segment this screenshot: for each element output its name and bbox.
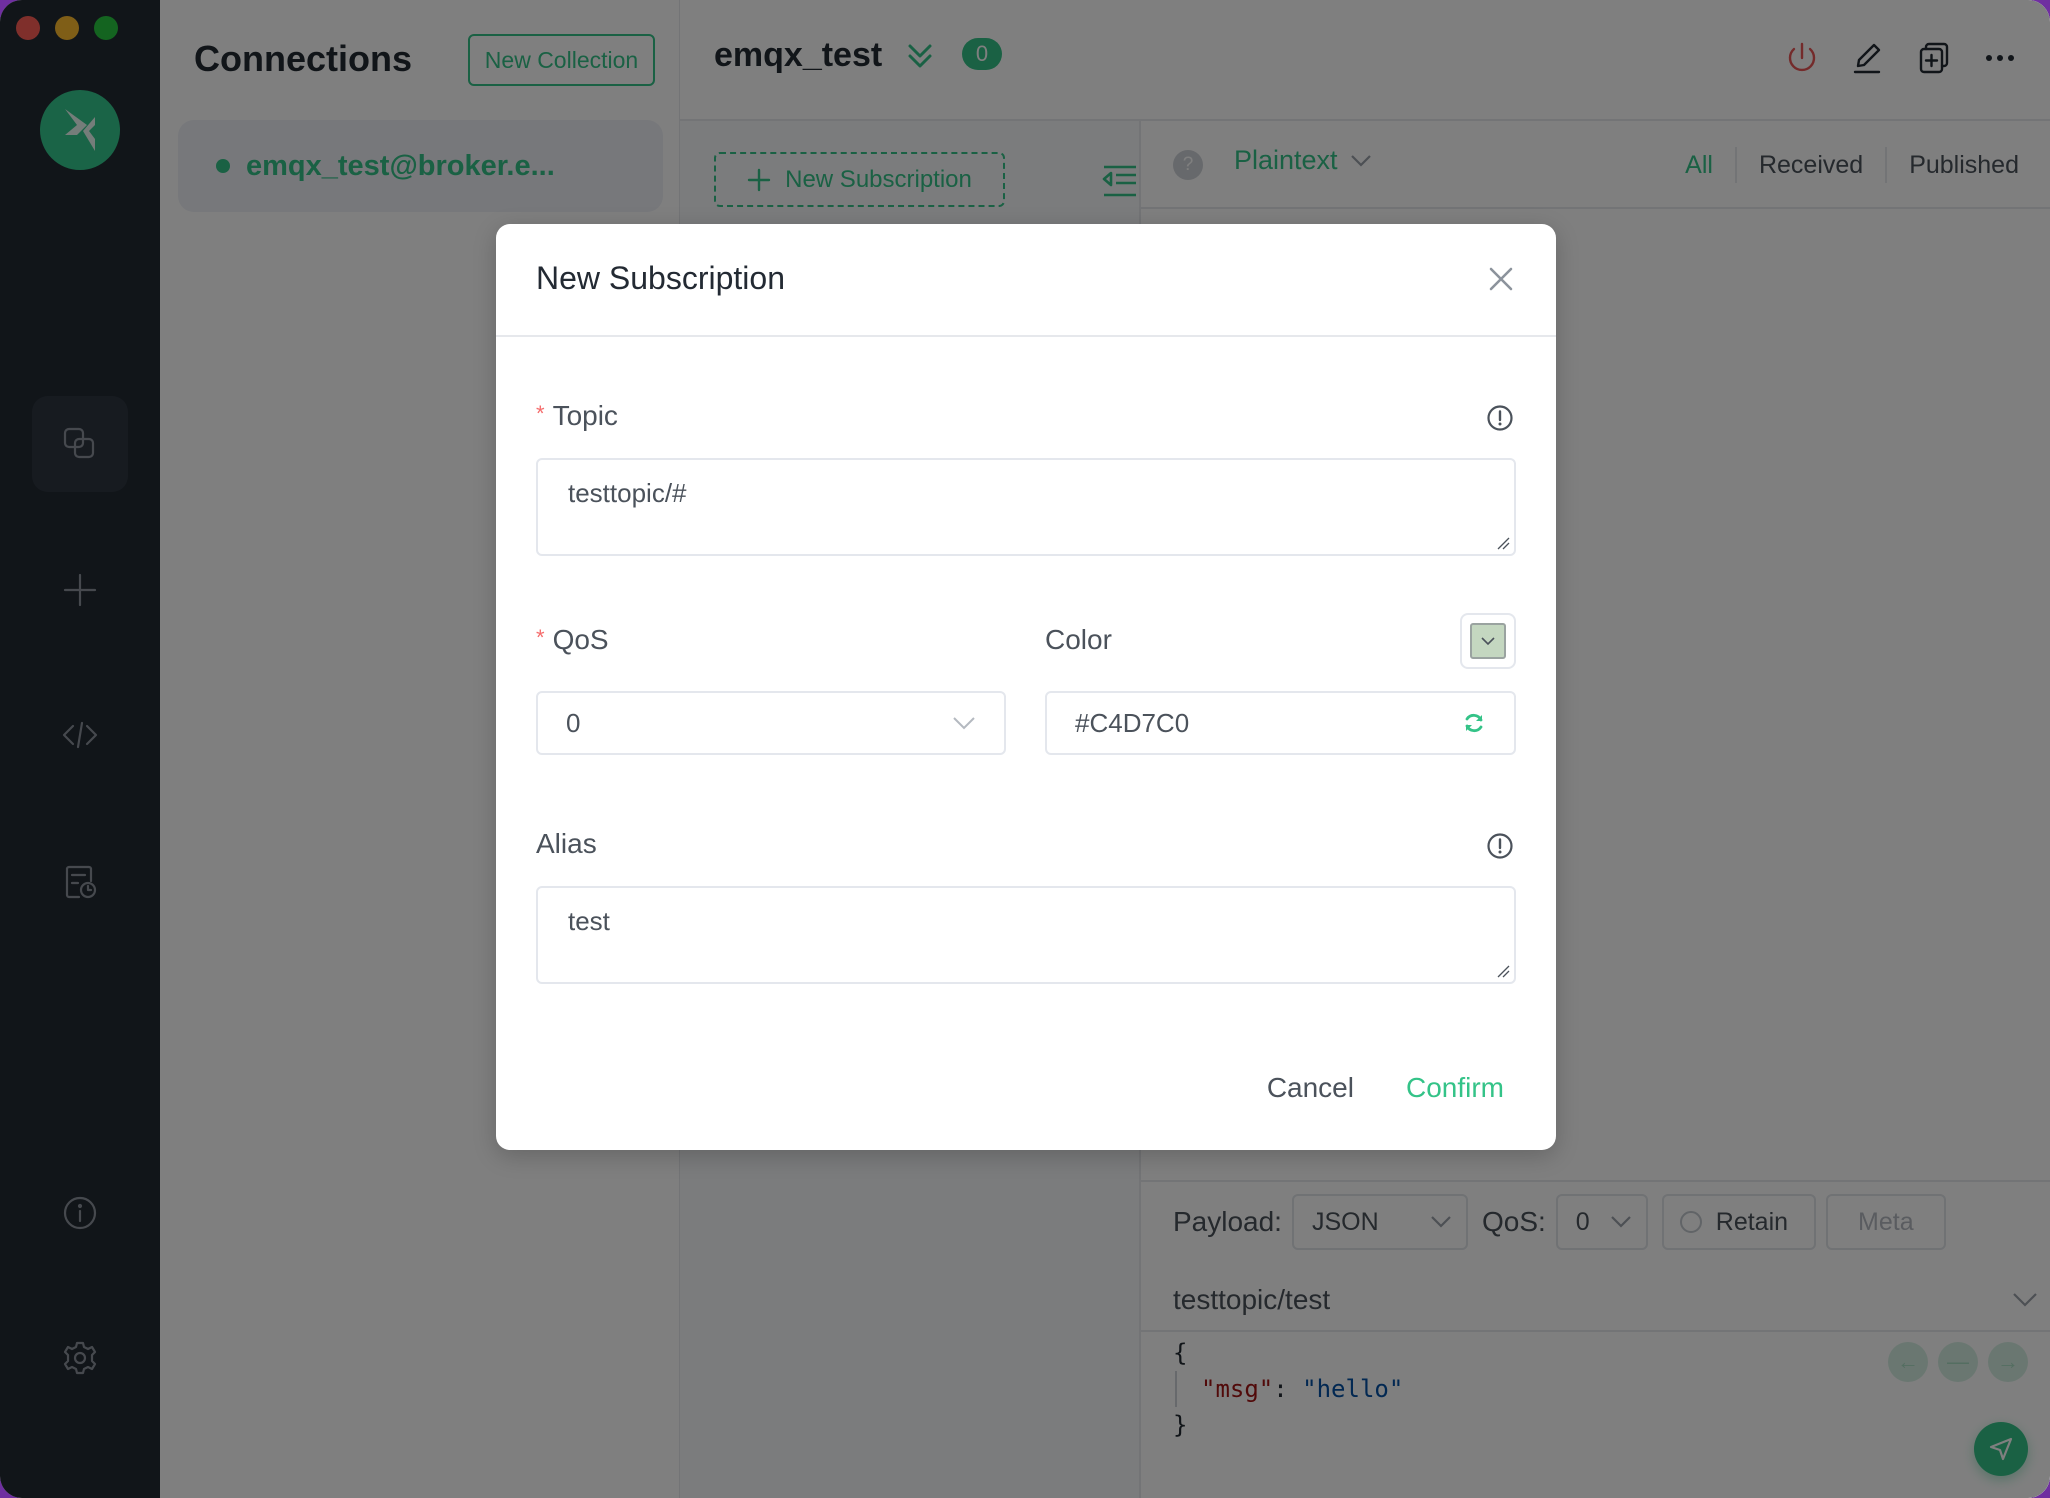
required-mark: * [536,625,545,650]
color-picker-button[interactable] [1460,613,1516,669]
topic-value: testtopic/# [568,478,687,508]
color-input[interactable]: #C4D7C0 [1045,691,1516,755]
topic-input[interactable]: testtopic/# [536,458,1516,556]
new-subscription-dialog: New Subscription * Topic testtopic/# * QoS… [496,224,1556,1150]
dialog-title: New Subscription [536,260,785,296]
alias-info-icon[interactable] [1486,832,1514,860]
refresh-color-icon[interactable] [1462,711,1486,735]
chevron-down-icon [1481,637,1495,646]
modal-backdrop-nav [0,0,160,1498]
qos-value: 0 [566,707,581,738]
chevron-down-icon [953,717,975,730]
resize-handle-icon[interactable] [1496,964,1510,978]
qos-label: * QoS [536,624,609,656]
color-swatch [1470,623,1506,659]
alias-input[interactable]: test [536,886,1516,984]
alias-label: Alias [536,828,597,859]
color-label: Color [1045,624,1112,655]
required-mark: * [536,401,545,426]
app-window: Connections New Collection emqx_test@bro… [0,0,2050,1498]
alias-value: test [568,906,610,936]
resize-handle-icon[interactable] [1496,536,1510,550]
dialog-header: New Subscription [496,224,1556,337]
topic-info-icon[interactable] [1486,404,1514,432]
qos-select[interactable]: 0 [536,691,1006,755]
topic-label: * Topic [536,400,618,432]
dialog-footer: Cancel Confirm [1267,1072,1504,1104]
topic-label-text: Topic [552,400,618,431]
qos-label-text: QoS [552,624,609,655]
close-icon[interactable] [1486,264,1516,294]
color-value: #C4D7C0 [1075,707,1190,738]
cancel-button[interactable]: Cancel [1267,1072,1354,1104]
confirm-button[interactable]: Confirm [1406,1072,1504,1104]
